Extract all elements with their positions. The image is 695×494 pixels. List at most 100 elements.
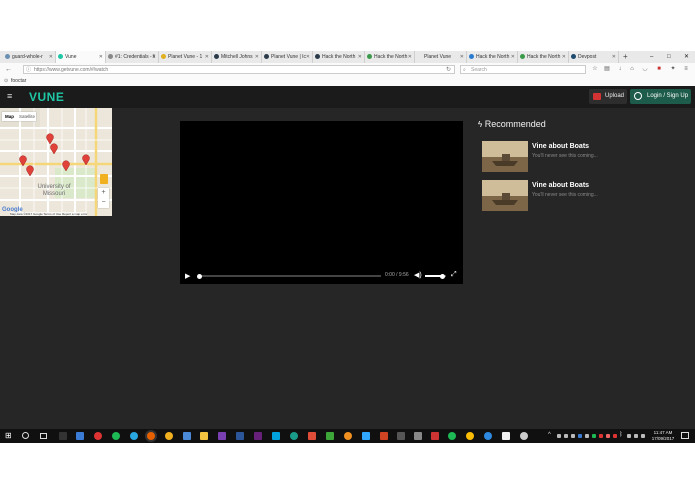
- reading-list-icon[interactable]: ▤: [604, 66, 610, 72]
- volume-icon[interactable]: ◀): [414, 271, 422, 279]
- close-tab-icon[interactable]: ✕: [460, 51, 464, 63]
- tray-icon[interactable]: [578, 434, 582, 438]
- tray-icon[interactable]: [557, 434, 561, 438]
- app-icon[interactable]: [272, 432, 280, 440]
- browser-tab[interactable]: Devpost ✕: [569, 51, 619, 63]
- volume-tray-icon[interactable]: [634, 434, 638, 438]
- login-signup-button[interactable]: Login / Sign Up: [630, 89, 691, 104]
- close-tab-icon[interactable]: ✕: [358, 51, 362, 63]
- search-input[interactable]: ⌕ Search: [460, 65, 586, 74]
- close-tab-icon[interactable]: ✕: [99, 51, 103, 63]
- pegman-icon[interactable]: [100, 174, 108, 184]
- app-icon[interactable]: [326, 432, 334, 440]
- battery-icon[interactable]: [641, 434, 645, 438]
- wifi-icon[interactable]: [627, 434, 631, 438]
- app-icon[interactable]: [520, 432, 528, 440]
- close-tab-icon[interactable]: ✕: [511, 51, 515, 63]
- bluetooth-icon[interactable]: ᛒ: [619, 432, 623, 438]
- browser-tab[interactable]: Hack the North ✕: [313, 51, 365, 63]
- recommended-item[interactable]: Vine about Boats You'll never see this c…: [482, 180, 682, 212]
- recommended-item-title[interactable]: Vine about Boats: [532, 143, 589, 150]
- close-tab-icon[interactable]: ✕: [612, 51, 616, 63]
- close-tab-icon[interactable]: ✕: [205, 51, 209, 63]
- calculator-icon[interactable]: [414, 432, 422, 440]
- browser-tab[interactable]: #1: Credentials - li ✕: [106, 51, 159, 63]
- close-tab-icon[interactable]: ✕: [306, 51, 310, 63]
- photos-icon[interactable]: [397, 432, 405, 440]
- browser-tab[interactable]: Planet Vune ✕: [415, 51, 467, 63]
- chrome-icon[interactable]: [466, 432, 474, 440]
- video-thumbnail[interactable]: [482, 141, 528, 172]
- bookmark-item[interactable]: fooctar: [11, 76, 26, 86]
- url-bar[interactable]: ⓘ https://www.getvune.com/#/watch ↻: [23, 65, 455, 74]
- fullscreen-icon[interactable]: ⤢: [451, 271, 457, 279]
- browser-tab[interactable]: guard-whole-r ✕: [3, 51, 56, 63]
- firefox-icon[interactable]: [147, 432, 155, 440]
- tray-icon[interactable]: [599, 434, 603, 438]
- cortana-icon[interactable]: [22, 432, 29, 439]
- volume-handle[interactable]: [439, 273, 445, 279]
- seek-bar[interactable]: [197, 273, 381, 279]
- tray-icon[interactable]: [571, 434, 575, 438]
- system-clock[interactable]: 11:47 AM 17/09/2017: [650, 430, 676, 442]
- close-tab-icon[interactable]: ✕: [152, 51, 156, 63]
- cmd-icon[interactable]: [59, 432, 67, 440]
- close-tab-icon[interactable]: ✕: [255, 51, 259, 63]
- upload-button[interactable]: Upload: [589, 89, 627, 104]
- download-icon[interactable]: ↓: [617, 66, 623, 72]
- volume-slider[interactable]: [425, 273, 446, 279]
- file-explorer-icon[interactable]: [200, 432, 208, 440]
- tray-icon[interactable]: [564, 434, 568, 438]
- close-window-button[interactable]: ✕: [684, 51, 689, 63]
- pocket-icon[interactable]: ◡: [642, 66, 648, 72]
- photoshop-icon[interactable]: [362, 432, 370, 440]
- browser-tab[interactable]: Mitchell Johns ✕: [212, 51, 262, 63]
- seek-handle[interactable]: [197, 273, 202, 279]
- zoom-out-button[interactable]: −: [98, 198, 109, 208]
- app-icon[interactable]: [130, 432, 138, 440]
- app-icon[interactable]: [290, 432, 298, 440]
- recommended-item-title[interactable]: Vine about Boats: [532, 182, 589, 189]
- tray-icon[interactable]: [606, 434, 610, 438]
- browser-tab[interactable]: Planet Vune | Ic ✕: [262, 51, 313, 63]
- tray-icon[interactable]: [613, 434, 617, 438]
- menu-icon[interactable]: ≡: [683, 66, 689, 72]
- reload-icon[interactable]: ↻: [446, 66, 451, 74]
- vune-logo[interactable]: VUNE: [29, 90, 64, 104]
- app-icon[interactable]: [94, 432, 102, 440]
- app-icon[interactable]: [308, 432, 316, 440]
- onenote-icon[interactable]: [218, 432, 226, 440]
- visual-studio-icon[interactable]: [254, 432, 262, 440]
- bookmark-star-icon[interactable]: ☆: [592, 66, 598, 72]
- hamburger-menu-icon[interactable]: ≡: [7, 92, 15, 101]
- tray-icon[interactable]: [592, 434, 596, 438]
- action-center-icon[interactable]: [681, 432, 689, 439]
- close-tab-icon[interactable]: ✕: [408, 51, 412, 63]
- close-tab-icon[interactable]: ✕: [49, 51, 53, 63]
- new-tab-button[interactable]: +: [623, 51, 628, 63]
- camera-icon[interactable]: [502, 432, 510, 440]
- play-icon[interactable]: ▶: [185, 272, 190, 280]
- chrome-icon[interactable]: [165, 432, 173, 440]
- back-arrow-icon[interactable]: ←: [5, 63, 12, 76]
- tray-icon[interactable]: [585, 434, 589, 438]
- map-widget[interactable]: Map Satellite University of Missouri + −…: [0, 108, 112, 216]
- tray-chevron-icon[interactable]: ^: [548, 432, 551, 438]
- browser-tab-active[interactable]: Vune ✕: [56, 51, 106, 63]
- task-view-icon[interactable]: [40, 433, 47, 439]
- app-icon[interactable]: [448, 432, 456, 440]
- app-icon[interactable]: [484, 432, 492, 440]
- word-icon[interactable]: [236, 432, 244, 440]
- home-icon[interactable]: ⌂: [629, 66, 635, 72]
- video-player[interactable]: ▶ 0:00 / 9:56 ◀) ⤢: [180, 121, 463, 284]
- recommended-item[interactable]: Vine about Boats You'll never see this c…: [482, 141, 682, 173]
- windows-start-icon[interactable]: ⊞: [5, 432, 12, 440]
- browser-tab[interactable]: Hack the North ✕: [365, 51, 415, 63]
- powerpoint-icon[interactable]: [380, 432, 388, 440]
- spotify-icon[interactable]: [112, 432, 120, 440]
- app-check-icon[interactable]: [76, 432, 84, 440]
- app-icon[interactable]: [183, 432, 191, 440]
- minimize-button[interactable]: –: [650, 51, 653, 63]
- video-thumbnail[interactable]: [482, 180, 528, 211]
- browser-tab[interactable]: Planet Vune - 1 ✕: [159, 51, 212, 63]
